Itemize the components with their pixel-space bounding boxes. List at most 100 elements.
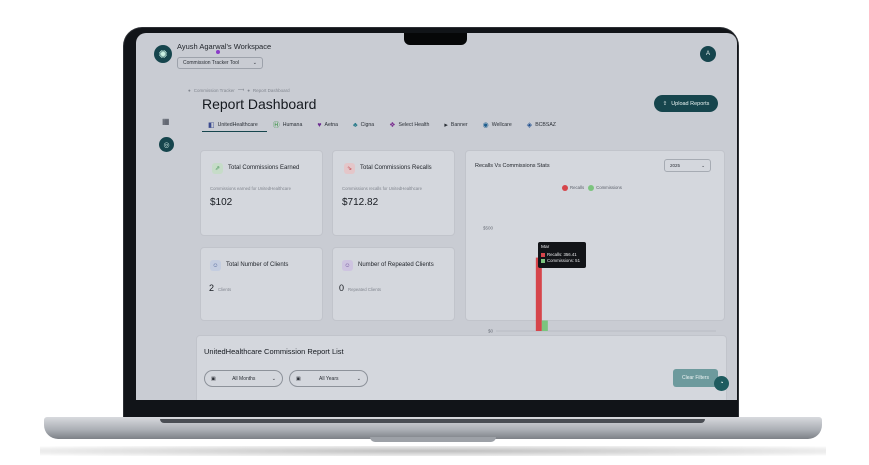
clients-icon: ☺: [210, 260, 221, 271]
tool-select[interactable]: Commission Tracker Tool ⌄: [177, 57, 263, 69]
tooltip-commissions: Commissions: 51: [547, 258, 580, 263]
repeated-clients-icon: ☺: [342, 260, 353, 271]
card-title: Number of Repeated Clients: [358, 262, 434, 268]
chart-tooltip: Mar Recalls: 356.41 Commissions: 51: [538, 242, 586, 268]
wellcare-logo-icon: ◉: [482, 122, 489, 129]
bcbsaz-logo-icon: ◈: [526, 122, 533, 129]
report-list-card: [196, 335, 727, 400]
aetna-logo-icon: ♥: [317, 121, 322, 129]
tab-wellcare[interactable]: ◉ Wellcare: [477, 118, 521, 132]
tooltip-row-recalls: Recalls: 356.41: [541, 252, 583, 257]
tab-cigna[interactable]: ♣ Cigna: [347, 118, 383, 132]
repeated-clients-card: ☺ Number of Repeated Clients 0 Repeated …: [332, 247, 455, 321]
upload-reports-label: Upload Reports: [671, 100, 710, 107]
tooltip-swatch: [541, 258, 545, 263]
year-filter-select[interactable]: ▣ All Years ⌄: [289, 370, 368, 387]
tab-select-health[interactable]: ❖ Select Health: [383, 118, 438, 132]
earned-value: $102: [210, 197, 233, 208]
tooltip-row-commissions: Commissions: 51: [541, 258, 583, 263]
tab-label: Select Health: [398, 122, 430, 128]
cigna-logo-icon: ♣: [353, 121, 358, 129]
grid-icon[interactable]: ▦: [162, 117, 172, 127]
card-title: Total Number of Clients: [226, 262, 289, 268]
y-tick-label: $500: [483, 226, 494, 231]
card-title: Total Commissions Recalls: [360, 165, 432, 171]
tooltip-swatch: [541, 252, 545, 257]
month-filter-select[interactable]: ▣ All Months ⌄: [204, 370, 283, 387]
breadcrumb-dot-icon: ●: [247, 87, 250, 93]
repeated-count-value: 0: [339, 283, 345, 293]
laptop-base-notch: [370, 437, 496, 442]
commissions-earned-card: ⇗ Total Commissions Earned Commissions e…: [200, 150, 323, 236]
clear-filters-button[interactable]: Clear Filters: [673, 369, 718, 387]
recalls-value: $712.82: [342, 197, 379, 208]
month-filter-value: All Months: [232, 375, 256, 382]
clients-card: ☺ Total Number of Clients 2 Clients: [200, 247, 323, 321]
card-title: Total Commissions Earned: [228, 165, 300, 171]
chart-title: Recalls Vs Commissions Stats: [475, 163, 550, 169]
bar-commissions-mar: [541, 320, 548, 331]
carrier-tabs: ◧ UnitedHealthcare Ⓗ Humana ♥ Aetna ♣ Ci…: [202, 118, 565, 134]
tab-label: Banner: [450, 122, 468, 128]
tab-label: Humana: [282, 122, 303, 128]
commissions-recalls-card: ⇘ Total Commissions Recalls Commissions …: [332, 150, 455, 236]
chat-icon[interactable]: ◔: [714, 376, 729, 391]
arrow-right-icon: ⟶: [237, 87, 245, 92]
banner-logo-icon: ▸: [444, 122, 448, 129]
tab-aetna[interactable]: ♥ Aetna: [311, 118, 347, 132]
tab-label: Aetna: [324, 122, 339, 128]
breadcrumb-item-tracker[interactable]: Commission Tracker: [194, 88, 235, 93]
tooltip-month: Mar: [541, 245, 550, 250]
y-tick-label: $0: [488, 329, 494, 334]
year-select-value: 2025: [670, 163, 681, 168]
bar-chart: $500$0JanFebMarAprMayJunJulAugSepOctNovD…: [483, 226, 716, 340]
tab-unitedhealthcare[interactable]: ◧ UnitedHealthcare: [202, 118, 267, 132]
laptop-shadow: [40, 446, 826, 456]
unitedhealthcare-logo-icon: ◧: [208, 121, 215, 129]
tooltip-recalls: Recalls: 356.41: [547, 252, 577, 257]
tab-banner[interactable]: ▸ Banner: [438, 118, 476, 132]
laptop-scene: ✺ Ayush Agarwal's Workspace Commission T…: [0, 0, 869, 465]
breadcrumb-dot-icon: ●: [188, 87, 191, 93]
tab-bcbsaz[interactable]: ◈ BCBSAZ: [521, 118, 565, 132]
tool-select-value: Commission Tracker Tool: [183, 60, 240, 66]
upload-reports-button[interactable]: ⇪ Upload Reports: [654, 95, 718, 112]
report-list-title: UnitedHealthcare Commission Report List: [204, 347, 344, 356]
workspace-logo-icon: ✺: [154, 45, 172, 63]
app-screen: ✺ Ayush Agarwal's Workspace Commission T…: [136, 33, 737, 400]
tab-label: Cigna: [360, 122, 375, 128]
chevron-down-icon: ⌄: [701, 162, 705, 168]
clients-count-unit: Clients: [218, 287, 232, 292]
calendar-icon: ▣: [296, 375, 301, 382]
year-select[interactable]: 2025 ⌄: [664, 159, 711, 172]
recalls-icon: ⇘: [344, 163, 355, 174]
camera-notch: [404, 33, 467, 45]
calendar-icon: ▣: [211, 375, 216, 382]
clients-count: 2 Clients: [209, 283, 231, 293]
clients-count-value: 2: [209, 283, 215, 293]
humana-logo-icon: Ⓗ: [272, 122, 280, 129]
chevron-down-icon: ⌄: [271, 375, 276, 382]
card-subtitle: Commissions earned for UnitedHealthcare: [210, 186, 291, 191]
laptop-base-lip: [160, 419, 705, 423]
upload-icon: ⇪: [662, 100, 668, 107]
avatar[interactable]: A: [700, 46, 716, 62]
chevron-down-icon: ⌄: [356, 375, 361, 382]
repeated-clients-count: 0 Repeated Clients: [339, 283, 381, 293]
cursor-dot: [216, 50, 220, 54]
tab-humana[interactable]: Ⓗ Humana: [267, 118, 312, 132]
breadcrumb: ● Commission Tracker ⟶ ● Report Dashboar…: [188, 87, 290, 93]
page-title: Report Dashboard: [202, 96, 317, 112]
tab-label: Wellcare: [491, 122, 512, 128]
breadcrumb-item-dashboard: Report Dashboard: [252, 87, 290, 93]
earned-icon: ⇗: [212, 163, 223, 174]
year-filter-value: All Years: [319, 375, 339, 382]
workspace-title: Ayush Agarwal's Workspace: [177, 42, 272, 51]
tab-label: BCBSAZ: [535, 122, 556, 128]
select-health-logo-icon: ❖: [389, 122, 396, 129]
bar-recalls-mar: [535, 257, 542, 331]
report-nav-icon[interactable]: ◎: [159, 137, 174, 152]
card-subtitle: Commissions recalls for UnitedHealthcare: [342, 186, 422, 191]
repeated-count-unit: Repeated Clients: [348, 287, 381, 292]
tab-label: UnitedHealthcare: [217, 121, 258, 128]
